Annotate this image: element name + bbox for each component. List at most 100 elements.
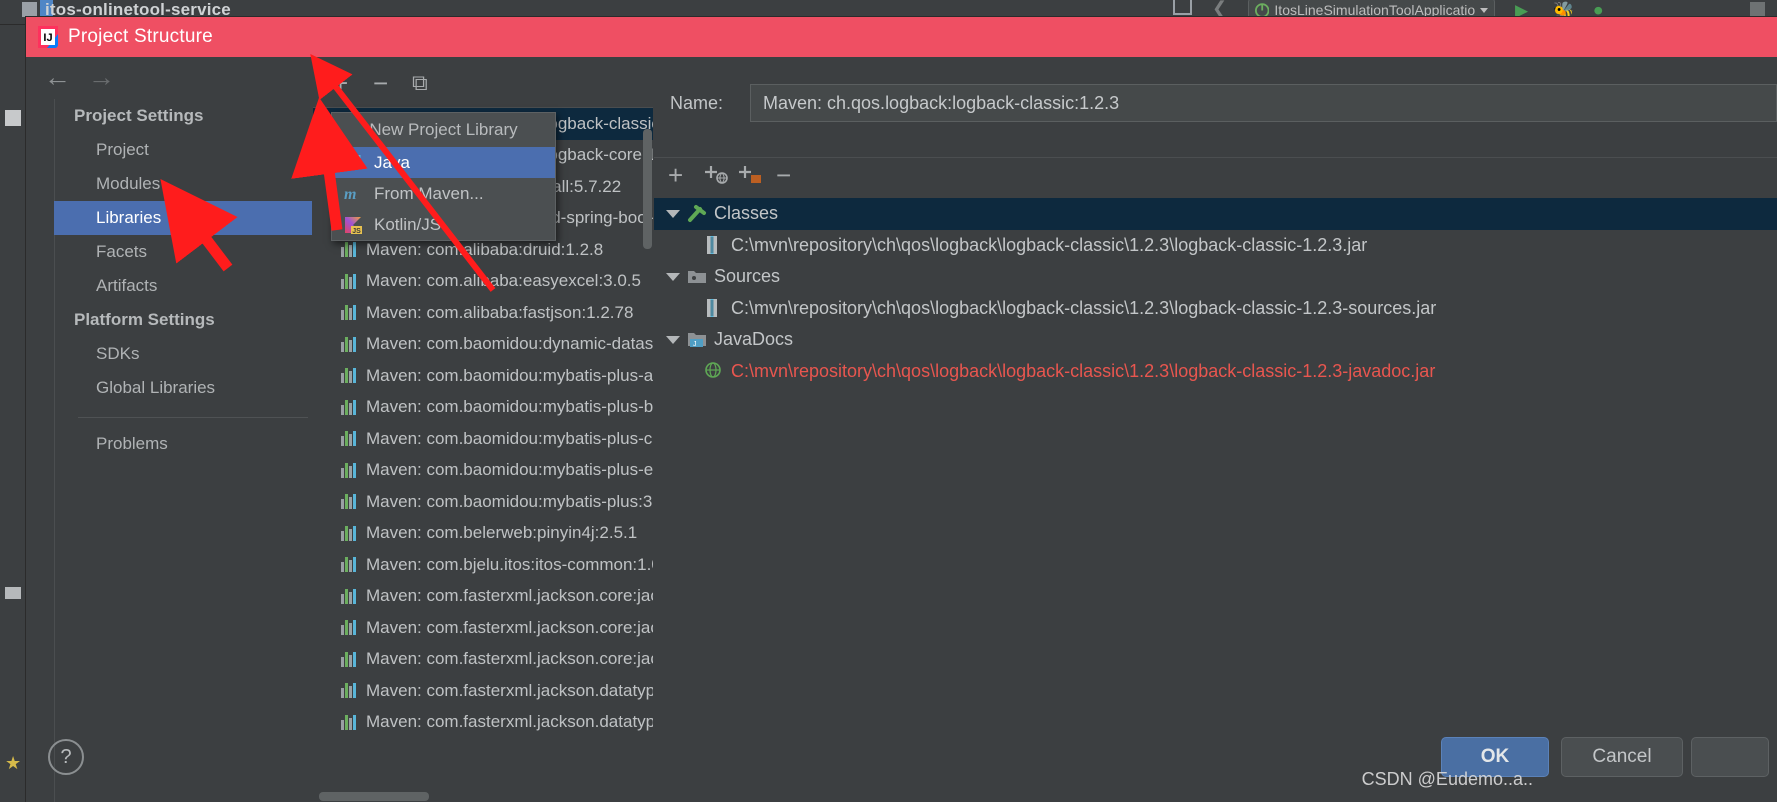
- add-root-button[interactable]: +: [668, 160, 683, 190]
- javadocs-folder-icon: J: [687, 330, 707, 350]
- tree-node-javadocs[interactable]: J JavaDocs: [654, 324, 1777, 356]
- sidebar-item-label: SDKs: [96, 344, 140, 363]
- project-tool-icon[interactable]: [5, 110, 21, 126]
- sidebar-item-problems[interactable]: Problems: [54, 427, 312, 461]
- popup-item-kotlin-js[interactable]: JS Kotlin/JS: [332, 209, 555, 240]
- java-library-icon: [341, 494, 358, 510]
- library-list-item[interactable]: Maven: com.baomidou:mybatis-plus-core:3.…: [313, 423, 653, 455]
- cancel-button[interactable]: Cancel: [1561, 737, 1683, 777]
- chevron-down-icon[interactable]: [1480, 7, 1488, 13]
- run-configuration-label: ItosLineSimulationToolApplication: [1274, 2, 1475, 18]
- add-library-button[interactable]: +: [333, 70, 348, 96]
- popup-item-label: From Maven...: [374, 183, 484, 203]
- sidebar-item-label: Facets: [96, 242, 148, 261]
- chevron-down-icon[interactable]: [666, 209, 680, 218]
- library-list-item[interactable]: Maven: com.baomidou:mybatis-plus-annotat…: [313, 360, 653, 392]
- apply-button[interactable]: [1691, 737, 1769, 777]
- java-library-icon: [343, 153, 365, 173]
- library-list-item-label: Maven: com.baomidou:mybatis-plus-boot-st…: [366, 397, 653, 417]
- library-list-item-label: Maven: com.baomidou:mybatis-plus:3.4.3: [366, 491, 653, 511]
- sidebar-item-modules[interactable]: Modules: [54, 167, 312, 201]
- library-name-input[interactable]: Maven: ch.qos.logback:logback-classic:1.…: [750, 84, 1777, 122]
- tree-leaf-path[interactable]: C:\mvn\repository\ch\qos\logback\logback…: [654, 293, 1777, 325]
- remove-root-button[interactable]: −: [776, 160, 791, 190]
- library-list-item-label: Maven: com.baomidou:mybatis-plus-annotat…: [366, 365, 653, 385]
- dialog-navigation: ← →: [26, 57, 312, 99]
- csdn-watermark: CSDN @Eudemo..a..: [1361, 769, 1533, 789]
- java-library-icon: [341, 525, 358, 541]
- arrow-right-icon[interactable]: →: [88, 63, 115, 91]
- libraries-vertical-scrollbar[interactable]: [642, 107, 653, 802]
- copy-library-button[interactable]: ⧉: [412, 70, 428, 96]
- popup-item-from-maven[interactable]: m From Maven...: [332, 178, 555, 209]
- library-list-item[interactable]: Maven: com.fasterxml.jackson.core:jackso…: [313, 581, 653, 613]
- library-list-item-label: Maven: com.baomidou:dynamic-datasource-s…: [366, 334, 653, 354]
- attach-directory-button[interactable]: [736, 160, 764, 192]
- svg-text:IJ: IJ: [43, 32, 52, 44]
- library-list-item[interactable]: Maven: com.baomidou:mybatis-plus-boot-st…: [313, 392, 653, 424]
- java-library-icon: [341, 620, 358, 636]
- tree-leaf-path[interactable]: C:\mvn\repository\ch\qos\logback\logback…: [654, 230, 1777, 262]
- remove-library-button[interactable]: −: [373, 70, 388, 96]
- sidebar-item-project[interactable]: Project: [54, 133, 312, 167]
- chevron-down-icon[interactable]: [666, 272, 680, 281]
- sidebar-item-label: Artifacts: [96, 276, 158, 295]
- library-name-label: Name:: [670, 92, 724, 113]
- sidebar-item-global-libraries[interactable]: Global Libraries: [54, 371, 312, 405]
- star-icon[interactable]: ★: [5, 754, 21, 772]
- project-structure-dialog: IJ Project Structure ← → Project Setting…: [26, 17, 1777, 802]
- sidebar-item-facets[interactable]: Facets: [54, 235, 312, 269]
- popup-header: New Project Library: [369, 120, 518, 139]
- new-project-library-popup[interactable]: New Project Library Java m From Maven...…: [331, 112, 556, 241]
- library-list-item[interactable]: Maven: com.bjelu.itos:itos-common:1.0.0: [313, 549, 653, 581]
- left-tool-window-bar: 1: Project 7: Structure 2: Favorites ★ e…: [0, 25, 41, 802]
- arrow-left-icon[interactable]: ←: [44, 63, 71, 91]
- library-list-item[interactable]: Maven: com.baomidou:mybatis-plus:3.4.3: [313, 486, 653, 518]
- structure-tool-icon[interactable]: [5, 587, 21, 599]
- library-list-item[interactable]: Maven: com.alibaba:fastjson:1.2.78: [313, 297, 653, 329]
- sidebar-item-libraries[interactable]: Libraries: [54, 201, 312, 235]
- library-list-item[interactable]: Maven: com.alibaba:easyexcel:3.0.5: [313, 266, 653, 298]
- popup-item-java[interactable]: Java: [332, 147, 555, 178]
- sidebar-group-label: Project Settings: [74, 106, 204, 125]
- sidebar-header-project-settings: Project Settings: [54, 99, 312, 133]
- java-library-icon: [341, 462, 358, 478]
- help-button[interactable]: ?: [48, 739, 84, 775]
- sidebar-item-label: Project: [96, 140, 149, 159]
- tree-leaf-label: C:\mvn\repository\ch\qos\logback\logback…: [731, 234, 1368, 255]
- detail-divider: [654, 157, 1777, 158]
- library-list-item[interactable]: Maven: com.belerweb:pinyin4j:2.5.1: [313, 518, 653, 550]
- sidebar-item-label: Problems: [96, 434, 168, 453]
- library-list-item[interactable]: Maven: com.baomidou:mybatis-plus-extensi…: [313, 455, 653, 487]
- sidebar-item-label: Modules: [96, 174, 161, 193]
- svg-text:JS: JS: [352, 228, 361, 235]
- java-library-icon: [341, 336, 358, 352]
- classes-icon: [687, 204, 707, 224]
- library-list-item-label: Maven: com.fasterxml.jackson.core:jackso…: [366, 586, 653, 606]
- tree-node-sources[interactable]: Sources: [654, 261, 1777, 293]
- library-list-item[interactable]: Maven: com.fasterxml.jackson.core:jackso…: [313, 612, 653, 644]
- library-list-item-label: Maven: com.baomidou:mybatis-plus-core:3.…: [366, 428, 653, 448]
- library-list-item-label: Maven: com.fasterxml.jackson.core:jackso…: [366, 649, 653, 669]
- java-library-icon: [341, 273, 358, 289]
- sidebar-item-artifacts[interactable]: Artifacts: [54, 269, 312, 303]
- attach-url-button[interactable]: [702, 160, 730, 192]
- tree-node-classes[interactable]: Classes: [654, 198, 1777, 230]
- java-library-icon: [341, 242, 358, 258]
- library-list-item[interactable]: Maven: com.fasterxml.jackson.core:jackso…: [313, 644, 653, 676]
- globe-icon: [704, 361, 724, 381]
- library-list-item[interactable]: Maven: com.fasterxml.jackson.datatype:ja…: [313, 675, 653, 707]
- library-roots-tree[interactable]: Classes C:\mvn\repository\ch\qos\logback\…: [654, 198, 1777, 722]
- library-list-item-label: Maven: com.alibaba:easyexcel:3.0.5: [366, 271, 641, 291]
- sidebar-divider: [78, 417, 308, 418]
- export-icon[interactable]: [1173, 0, 1192, 15]
- library-list-item[interactable]: Maven: com.baomidou:dynamic-datasource-s…: [313, 329, 653, 361]
- java-library-icon: [341, 399, 358, 415]
- java-library-icon: [341, 368, 358, 384]
- sidebar-item-sdks[interactable]: SDKs: [54, 337, 312, 371]
- chevron-down-icon[interactable]: [666, 335, 680, 344]
- scrollbar-thumb[interactable]: [643, 129, 652, 249]
- dialog-title: Project Structure: [68, 26, 213, 47]
- stop-icon[interactable]: [1750, 2, 1765, 16]
- tree-leaf-path[interactable]: C:\mvn\repository\ch\qos\logback\logback…: [654, 356, 1777, 388]
